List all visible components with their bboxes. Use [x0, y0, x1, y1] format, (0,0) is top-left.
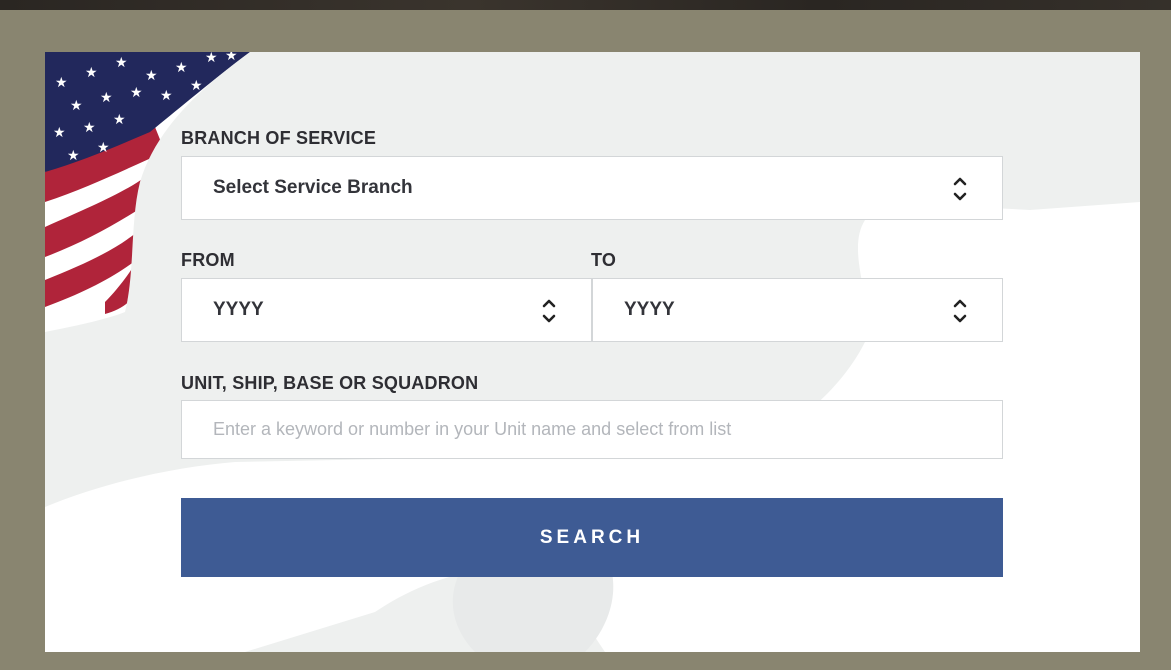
- svg-text:★: ★: [97, 140, 110, 156]
- svg-text:★: ★: [115, 55, 128, 71]
- search-panel-frame: ★ ★ ★ ★ ★ ★ ★ ★ ★ ★ ★ ★ ★ ★ ★ ★ ★ BRANCH OF SERVICE…: [0, 10, 1171, 670]
- svg-text:★: ★: [113, 112, 126, 128]
- to-year-value: YYYY: [624, 299, 675, 320]
- svg-text:★: ★: [190, 78, 203, 94]
- to-year-select[interactable]: YYYY: [592, 278, 1003, 342]
- svg-text:★: ★: [205, 52, 218, 66]
- svg-text:★: ★: [145, 68, 158, 84]
- svg-text:★: ★: [85, 65, 98, 81]
- svg-text:★: ★: [225, 52, 238, 64]
- svg-text:★: ★: [130, 85, 143, 101]
- chevron-up-down-icon: [953, 177, 967, 201]
- branch-of-service-label: BRANCH OF SERVICE: [181, 128, 377, 148]
- search-button[interactable]: SEARCH: [181, 498, 1003, 577]
- branch-of-service-select[interactable]: Select Service Branch: [181, 156, 1003, 220]
- svg-text:★: ★: [83, 120, 96, 136]
- chevron-up-down-icon: [953, 299, 967, 323]
- chevron-up-down-icon: [542, 299, 556, 323]
- svg-text:★: ★: [53, 125, 66, 141]
- svg-text:★: ★: [67, 148, 80, 164]
- from-year-value: YYYY: [213, 299, 264, 320]
- svg-text:★: ★: [100, 90, 113, 106]
- unit-label: UNIT, SHIP, BASE OR SQUADRON: [181, 373, 479, 393]
- svg-text:★: ★: [160, 88, 173, 104]
- unit-search-input[interactable]: [181, 400, 1003, 459]
- to-year-label: TO: [591, 250, 617, 270]
- top-strip: [0, 0, 1171, 10]
- svg-text:★: ★: [55, 75, 68, 91]
- from-year-label: FROM: [181, 250, 235, 270]
- from-year-select[interactable]: YYYY: [181, 278, 592, 342]
- search-card: ★ ★ ★ ★ ★ ★ ★ ★ ★ ★ ★ ★ ★ ★ ★ ★ ★ BRANCH OF SERVICE…: [45, 52, 1140, 652]
- branch-select-value: Select Service Branch: [213, 177, 413, 198]
- svg-text:★: ★: [175, 60, 188, 76]
- svg-text:★: ★: [70, 98, 83, 114]
